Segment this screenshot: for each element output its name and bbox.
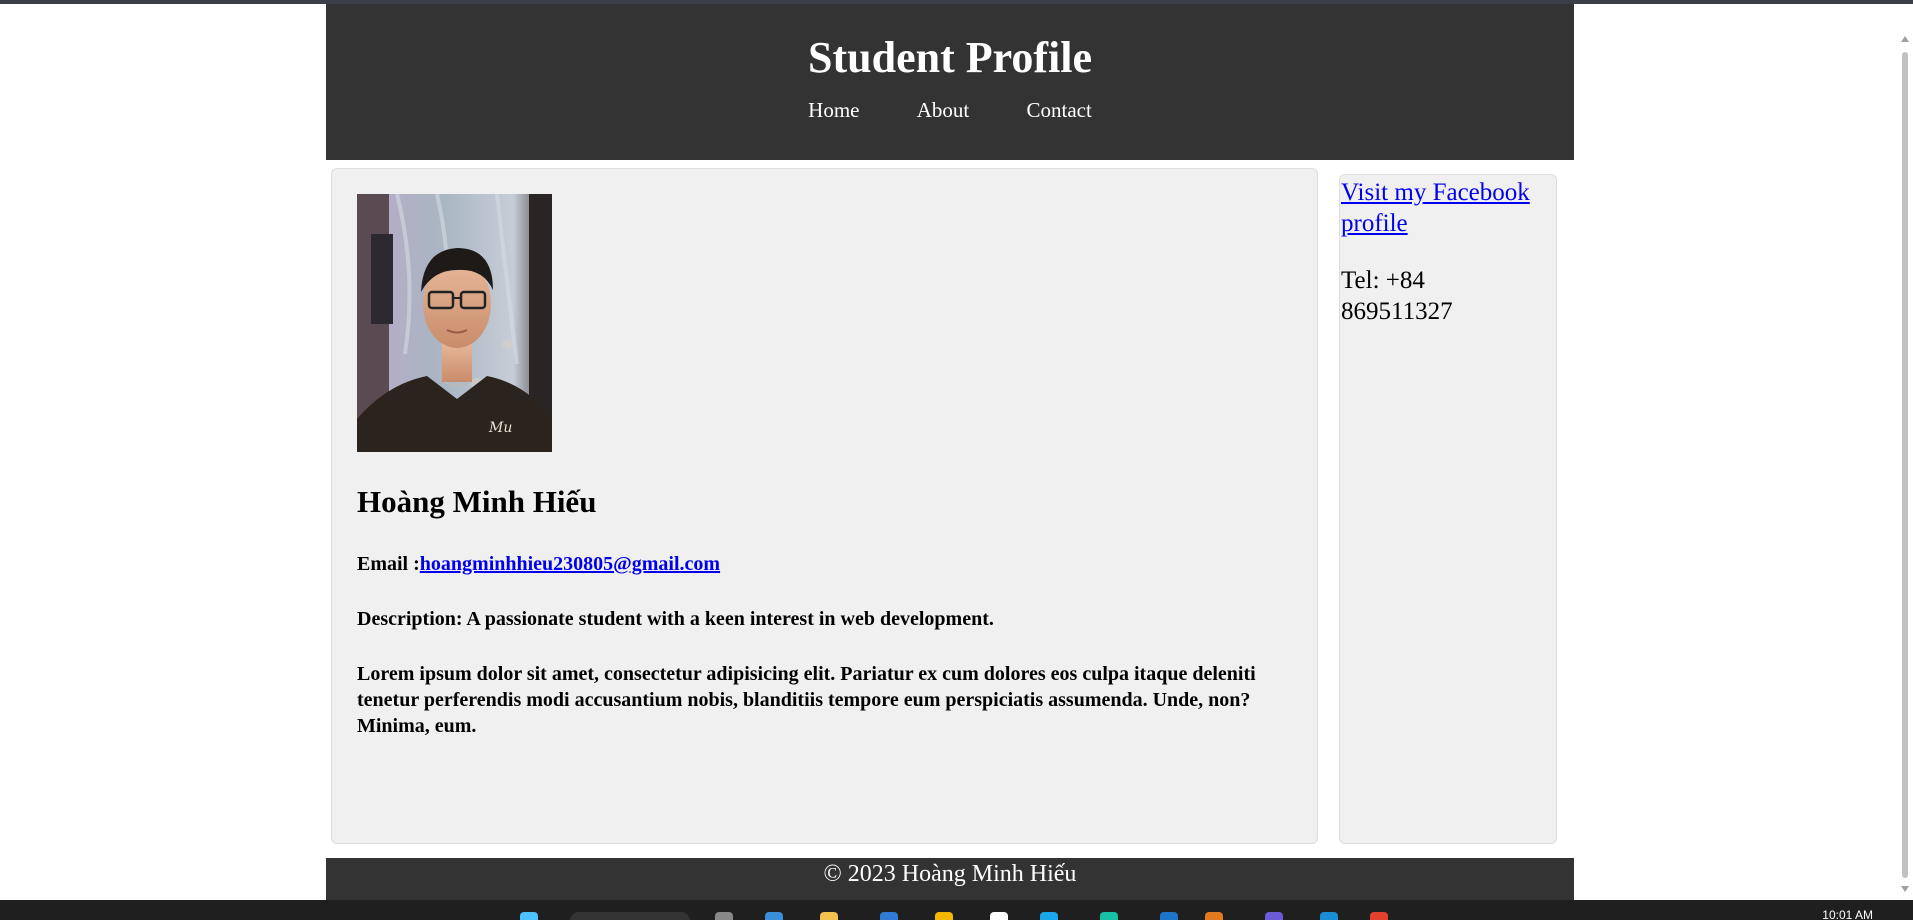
vertical-scrollbar[interactable] — [1897, 4, 1913, 900]
messenger-icon[interactable] — [1040, 912, 1058, 920]
task-view-icon[interactable] — [715, 912, 733, 920]
folder-icon[interactable] — [935, 912, 953, 920]
student-name: Hoàng Minh Hiếu — [357, 484, 597, 519]
windows-start-icon[interactable] — [520, 912, 538, 920]
taskbar-search-icon[interactable] — [570, 912, 690, 920]
vscode-icon[interactable] — [1160, 912, 1178, 920]
facebook-profile-link[interactable]: Visit my Facebook profile — [1341, 177, 1551, 239]
app-orange-icon[interactable] — [1205, 912, 1223, 920]
svg-text:Mu: Mu — [488, 420, 512, 436]
page-container: Student Profile Home About Contact Mu Ho… — [326, 4, 1574, 900]
scroll-down-arrow-icon[interactable] — [1901, 886, 1909, 892]
file-explorer-icon[interactable] — [820, 912, 838, 920]
nav-home-link[interactable]: Home — [808, 98, 859, 122]
profile-photo: Mu — [357, 194, 552, 452]
main-nav: Home About Contact — [326, 98, 1574, 123]
description-text: Description: A passionate student with a… — [357, 608, 994, 630]
email-label: Email : — [357, 553, 420, 575]
nav-contact-link[interactable]: Contact — [1027, 98, 1092, 122]
chrome-icon[interactable] — [1370, 912, 1388, 920]
bio-text: Lorem ipsum dolor sit amet, consectetur … — [357, 663, 1256, 737]
scrollbar-thumb[interactable] — [1902, 52, 1908, 878]
email-row: Email :hoangminhhieu230805@gmail.com — [357, 551, 1287, 577]
profile-card: Mu Hoàng Minh Hiếu Email :hoangminhhieu2… — [331, 168, 1318, 844]
email-link[interactable]: hoangminhhieu230805@gmail.com — [420, 553, 720, 575]
phone-number: Tel: +84 869511327 — [1341, 267, 1453, 325]
site-footer: © 2023 Hoàng Minh Hiếu — [326, 858, 1574, 900]
taskbar-clock[interactable]: 10:01 AM — [1822, 908, 1873, 920]
edge-icon[interactable] — [880, 912, 898, 920]
app-teal-icon[interactable] — [1100, 912, 1118, 920]
app-blue-icon[interactable] — [1320, 912, 1338, 920]
widgets-icon[interactable] — [765, 912, 783, 920]
os-taskbar: 10:01 AM — [0, 900, 1913, 920]
page-title: Student Profile — [808, 33, 1092, 82]
site-header: Student Profile Home About Contact — [326, 4, 1574, 160]
profile-photo-image: Mu — [357, 194, 552, 452]
app-white-icon[interactable] — [990, 912, 1008, 920]
app-purple-icon[interactable] — [1265, 912, 1283, 920]
nav-about-link[interactable]: About — [917, 98, 970, 122]
contact-sidebar: Visit my Facebook profile Tel: +84 86951… — [1339, 174, 1557, 844]
scroll-up-arrow-icon[interactable] — [1901, 36, 1909, 42]
